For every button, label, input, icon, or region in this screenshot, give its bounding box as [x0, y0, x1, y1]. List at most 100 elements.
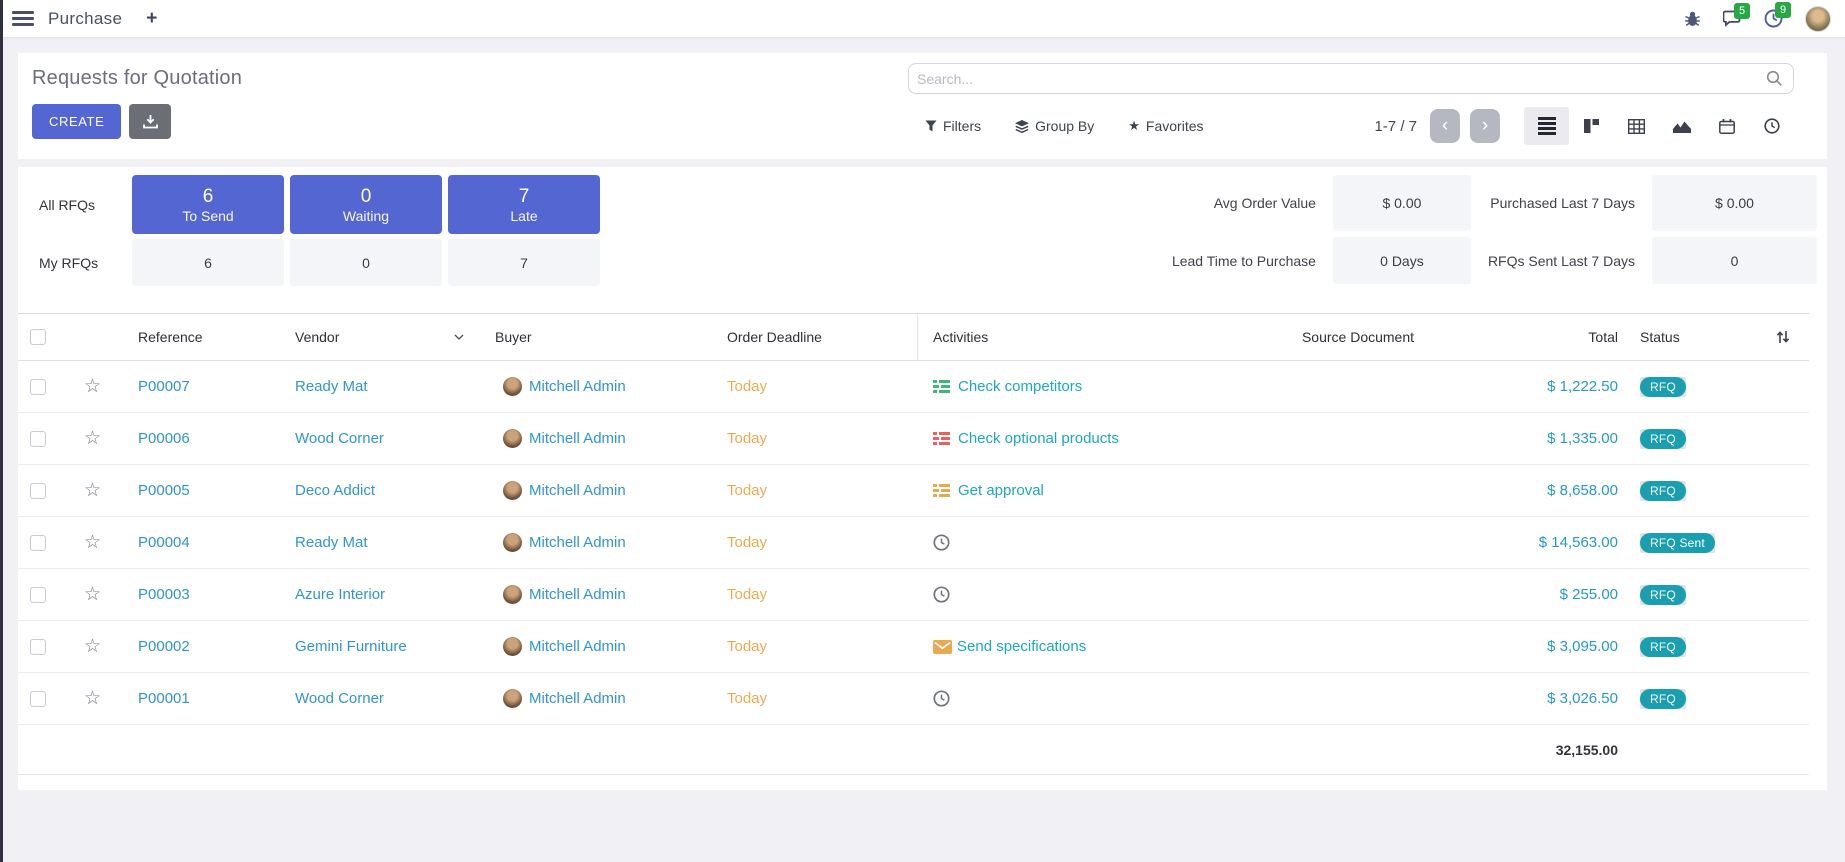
deadline-cell: Today: [708, 690, 918, 707]
tasks-icon: [933, 380, 950, 393]
messages-icon[interactable]: 5: [1723, 10, 1742, 27]
favorite-star-icon[interactable]: ☆: [84, 377, 101, 396]
download-icon: [143, 115, 158, 129]
apps-menu-icon[interactable]: [12, 8, 34, 29]
favorite-star-icon[interactable]: ☆: [84, 585, 101, 604]
search-icon[interactable]: [1766, 70, 1783, 87]
header-vendor[interactable]: Vendor: [288, 329, 478, 345]
row-checkbox[interactable]: [30, 483, 46, 499]
envelope-icon: [933, 640, 952, 654]
app-title[interactable]: Purchase: [48, 9, 122, 29]
optional-columns-button[interactable]: [1748, 329, 1809, 345]
activity-cell[interactable]: [918, 690, 1248, 707]
kpi-waiting[interactable]: 0 Waiting: [290, 175, 442, 234]
buyer-cell: Mitchell Admin: [478, 533, 708, 552]
buyer-avatar: [503, 689, 522, 708]
table-row[interactable]: ☆ P00003 Azure Interior Mitchell Admin T…: [18, 569, 1809, 621]
activity-cell[interactable]: Send specifications: [918, 638, 1248, 655]
activity-cell[interactable]: Get approval: [918, 482, 1248, 499]
table-row[interactable]: ☆ P00005 Deco Addict Mitchell Admin Toda…: [18, 465, 1809, 517]
rfqs-sent-last-7-days-label: RFQs Sent Last 7 Days: [1488, 237, 1635, 284]
table-row[interactable]: ☆ P00006 Wood Corner Mitchell Admin Toda…: [18, 413, 1809, 465]
favorite-star-icon[interactable]: ☆: [84, 481, 101, 500]
header-activities[interactable]: Activities: [918, 329, 1248, 345]
activity-cell[interactable]: [918, 586, 1248, 603]
table-row[interactable]: ☆ P00002 Gemini Furniture Mitchell Admin…: [18, 621, 1809, 673]
header-status[interactable]: Status: [1628, 329, 1748, 345]
list-view-button[interactable]: [1524, 107, 1569, 145]
table-row[interactable]: ☆ P00001 Wood Corner Mitchell Admin Toda…: [18, 673, 1809, 725]
status-cell: RFQ: [1628, 429, 1748, 449]
row-checkbox[interactable]: [30, 587, 46, 603]
favorite-star-icon[interactable]: ☆: [84, 689, 101, 708]
pivot-view-button[interactable]: [1614, 107, 1659, 145]
vendor-cell: Ready Mat: [288, 534, 478, 551]
activity-view-button[interactable]: [1749, 107, 1794, 145]
header-deadline[interactable]: Order Deadline: [708, 314, 918, 360]
status-cell: RFQ: [1628, 585, 1748, 605]
my-waiting[interactable]: 0: [290, 239, 442, 286]
lead-time-value: 0 Days: [1333, 237, 1471, 284]
row-checkbox[interactable]: [30, 431, 46, 447]
filters-button[interactable]: Filters: [925, 118, 981, 134]
favorite-star-icon[interactable]: ☆: [84, 429, 101, 448]
row-checkbox[interactable]: [30, 691, 46, 707]
status-badge: RFQ: [1640, 481, 1686, 501]
pager-next-button[interactable]: ›: [1470, 109, 1500, 143]
purchased-last-7-days-label: Purchased Last 7 Days: [1488, 175, 1635, 231]
row-checkbox[interactable]: [30, 535, 46, 551]
rfqs-sent-last-7-days: 0: [1652, 237, 1817, 284]
pager-previous-button[interactable]: ‹: [1430, 109, 1460, 143]
header-total[interactable]: Total: [1468, 329, 1628, 345]
favorites-button[interactable]: ★ Favorites: [1128, 118, 1203, 134]
kanban-view-button[interactable]: [1569, 107, 1614, 145]
kpi-late[interactable]: 7 Late: [448, 175, 600, 234]
export-button[interactable]: [129, 104, 171, 139]
favorites-star-icon: ★: [1128, 118, 1140, 134]
header-source-document[interactable]: Source Document: [1248, 329, 1468, 345]
control-panel: Requests for Quotation CREATE: [18, 53, 1827, 159]
new-tab-button[interactable]: +: [146, 8, 157, 30]
vendor-cell: Azure Interior: [288, 586, 478, 603]
status-cell: RFQ: [1628, 377, 1748, 397]
buyer-cell: Mitchell Admin: [478, 585, 708, 604]
calendar-view-button[interactable]: [1704, 107, 1749, 145]
total-cell: $ 1,222.50: [1468, 378, 1628, 395]
favorite-star-icon[interactable]: ☆: [84, 533, 101, 552]
status-badge: RFQ: [1640, 637, 1686, 657]
buyer-avatar: [503, 481, 522, 500]
total-cell: $ 8,658.00: [1468, 482, 1628, 499]
search-bar[interactable]: [908, 63, 1794, 94]
status-badge: RFQ: [1640, 585, 1686, 605]
view-switcher: [1524, 107, 1794, 145]
buyer-cell: Mitchell Admin: [478, 481, 708, 500]
graph-view-button[interactable]: [1659, 107, 1704, 145]
buyer-cell: Mitchell Admin: [478, 377, 708, 396]
status-cell: RFQ: [1628, 689, 1748, 709]
deadline-cell: Today: [708, 534, 918, 551]
activity-cell[interactable]: [918, 534, 1248, 551]
buyer-avatar: [503, 637, 522, 656]
row-checkbox[interactable]: [30, 379, 46, 395]
all-rfqs-label: All RFQs: [29, 175, 126, 234]
messages-count-badge: 5: [1734, 3, 1750, 19]
header-reference[interactable]: Reference: [128, 329, 288, 345]
activity-cell[interactable]: Check competitors: [918, 378, 1248, 395]
activities-clock-icon[interactable]: 9: [1764, 9, 1783, 28]
search-input[interactable]: [917, 71, 1766, 87]
create-button[interactable]: CREATE: [32, 104, 121, 139]
my-late[interactable]: 7: [448, 239, 600, 286]
favorite-star-icon[interactable]: ☆: [84, 637, 101, 656]
table-row[interactable]: ☆ P00007 Ready Mat Mitchell Admin Today …: [18, 361, 1809, 413]
select-all-checkbox[interactable]: [30, 329, 46, 345]
buyer-avatar: [503, 377, 522, 396]
group-by-button[interactable]: Group By: [1015, 118, 1094, 134]
header-buyer[interactable]: Buyer: [478, 329, 708, 345]
debug-bug-icon[interactable]: [1684, 11, 1701, 27]
table-row[interactable]: ☆ P00004 Ready Mat Mitchell Admin Today …: [18, 517, 1809, 569]
user-avatar[interactable]: [1805, 6, 1831, 32]
kpi-to-send[interactable]: 6 To Send: [132, 175, 284, 234]
activity-cell[interactable]: Check optional products: [918, 430, 1248, 447]
my-to-send[interactable]: 6: [132, 239, 284, 286]
row-checkbox[interactable]: [30, 639, 46, 655]
